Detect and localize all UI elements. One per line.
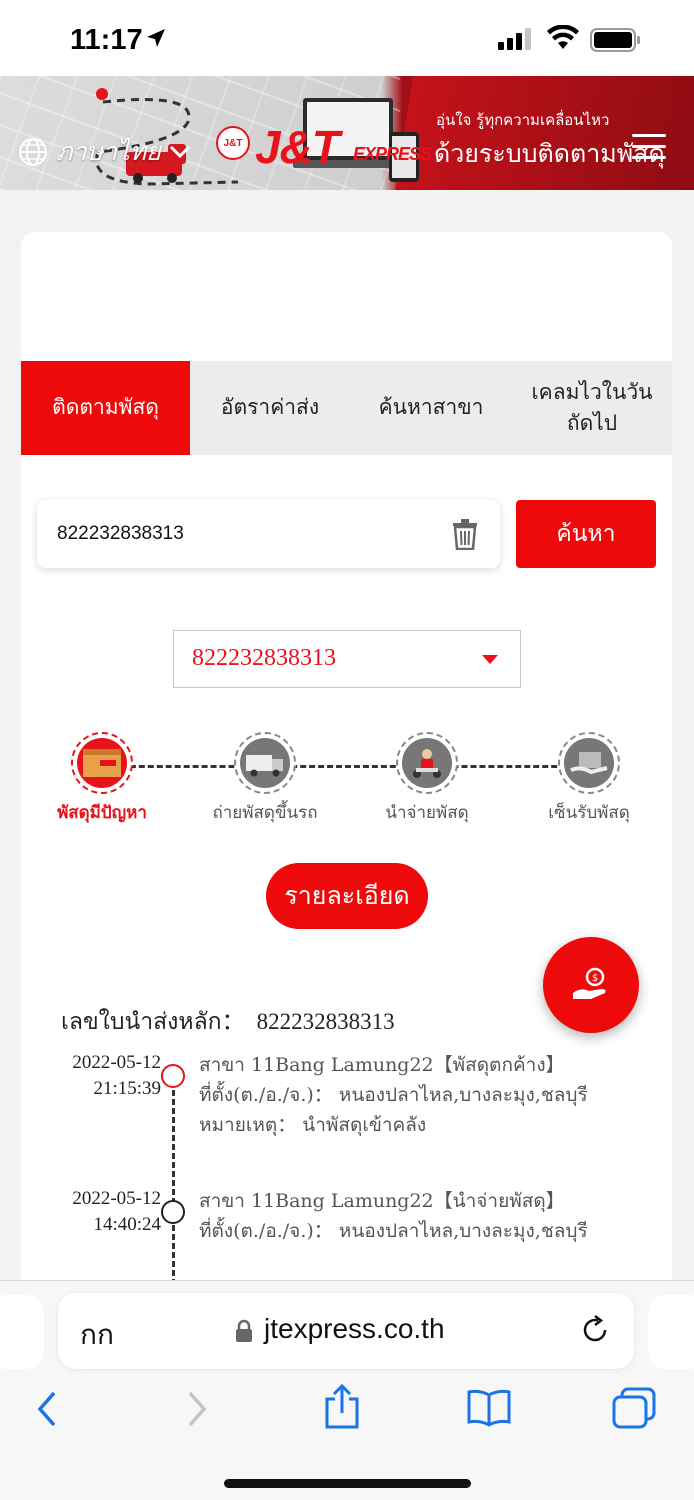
language-label: ภาษาไทย: [56, 137, 161, 166]
event-dot: [161, 1200, 185, 1224]
share-icon[interactable]: [322, 1383, 362, 1431]
tracking-card: ติดตามพัสดุ อัตราค่าส่ง ค้นหาสาขา เคลมไว…: [21, 232, 672, 1312]
tracking-number-dropdown[interactable]: 822232838313: [173, 630, 521, 688]
timeline-dashed-line: [172, 1072, 175, 1312]
logo-text: J&T: [255, 121, 340, 173]
step-label: ถ่ายพัสดุขึ้นรถ: [212, 803, 318, 823]
svg-text:$: $: [592, 973, 598, 984]
back-arrow-icon[interactable]: [32, 1387, 62, 1431]
bookmarks-icon[interactable]: [466, 1389, 512, 1427]
step-out-for-delivery: นำจ่ายพัสดุ: [357, 732, 497, 824]
cellular-signal-icon: [498, 28, 531, 50]
address-bar[interactable]: กก jtexpress.co.th: [58, 1293, 634, 1369]
reload-icon[interactable]: [578, 1313, 612, 1347]
header-banner: J&T ภาษาไทย J&T EXPRESS อุ่นใจ รู้ทุกควา…: [0, 76, 694, 190]
event-date: 2022-05-12: [72, 1188, 161, 1209]
problem-parcel-icon: [77, 738, 127, 788]
hand-coin-icon: $: [573, 967, 606, 999]
jt-express-logo[interactable]: J&T EXPRESS: [255, 120, 432, 174]
home-indicator: [224, 1479, 471, 1488]
step-loaded-on-truck: ถ่ายพัสดุขึ้นรถ: [195, 732, 335, 824]
tab-shipping-rates[interactable]: อัตราค่าส่ง: [190, 361, 350, 455]
browser-nav-row: [0, 1381, 694, 1441]
event-time: 21:15:39: [93, 1077, 161, 1099]
event-branch-status: สาขา 11Bang Lamung22【พัสดุตกค้าง】: [199, 1054, 565, 1076]
event-datetime: 2022-05-12 14:40:24: [41, 1186, 161, 1237]
dropdown-caret-icon: [482, 655, 498, 664]
battery-icon: [590, 28, 640, 52]
status-time: 11:17: [70, 24, 143, 56]
hamburger-menu-icon[interactable]: [632, 134, 666, 167]
handover-parcel-icon: [564, 738, 614, 788]
event-remark: หมายเหตุ： นำพัสดุเข้าคลัง: [199, 1114, 427, 1137]
tabs-icon[interactable]: [612, 1387, 656, 1429]
event-dot: [161, 1064, 185, 1088]
globe-icon: [19, 138, 47, 166]
lock-icon: [236, 1319, 252, 1342]
tracking-search-box: [37, 500, 500, 568]
tagline-main: ด้วยระบบติดตามพัสดุ: [434, 139, 665, 168]
logo-subtext: EXPRESS: [353, 144, 432, 164]
selected-tracking-number: 822232838313: [192, 645, 336, 671]
shipment-progress: พัสดุมีปัญหา ถ่ายพัสดุขึ้นรถ นำจ่ายพัสดุ…: [21, 732, 672, 862]
main-waybill-label: เลขใบนำส่งหลัก：: [61, 1009, 245, 1035]
details-button[interactable]: รายละเอียด: [266, 863, 428, 929]
forward-arrow-icon[interactable]: [182, 1387, 212, 1431]
main-waybill-number: 822232838313: [256, 1009, 395, 1034]
search-button[interactable]: ค้นหา: [516, 500, 656, 568]
delivery-scooter-icon: [402, 738, 452, 788]
floating-cod-button[interactable]: $: [543, 937, 639, 1033]
page-settings-button[interactable]: กก: [80, 1313, 114, 1357]
tab-find-branch[interactable]: ค้นหาสาขา: [350, 361, 512, 455]
event-location: ที่ตั้ง(ต./อ./จ.)： หนองปลาไหล,บางละมุง,ช…: [199, 1220, 588, 1243]
language-selector[interactable]: ภาษาไทย: [18, 132, 191, 172]
tagline-top: อุ่นใจ รู้ทุกความเคลื่อนไหว: [436, 111, 610, 129]
main-waybill: เลขใบนำส่งหลัก： 822232838313: [61, 1002, 395, 1040]
chevron-down-icon: [169, 145, 190, 159]
step-label: พัสดุมีปัญหา: [57, 803, 147, 823]
step-problem-parcel: พัสดุมีปัญหา: [32, 732, 172, 824]
tab-next-day-claim[interactable]: เคลมไวในวันถัดไป: [512, 361, 672, 455]
trash-icon[interactable]: [452, 518, 478, 550]
service-tabs: ติดตามพัสดุ อัตราค่าส่ง ค้นหาสาขา เคลมไว…: [21, 361, 672, 455]
location-arrow-icon: [147, 29, 165, 47]
event-datetime: 2022-05-12 21:15:39: [41, 1050, 161, 1101]
url-text: jtexpress.co.th: [264, 1313, 445, 1344]
event-details: สาขา 11Bang Lamung22【นำจ่ายพัสดุ】 ที่ตั้…: [199, 1186, 659, 1246]
tracking-number-input[interactable]: [57, 500, 437, 568]
previous-tab-preview[interactable]: [0, 1295, 44, 1369]
map-pin-icon: J&T: [216, 126, 250, 160]
status-bar: 11:17: [0, 0, 694, 76]
event-location: ที่ตั้ง(ต./อ./จ.)： หนองปลาไหล,บางละมุง,ช…: [199, 1084, 588, 1107]
safari-toolbar: กก jtexpress.co.th: [0, 1280, 694, 1500]
event-branch-status: สาขา 11Bang Lamung22【นำจ่ายพัสดุ】: [199, 1190, 565, 1212]
tab-track-parcel[interactable]: ติดตามพัสดุ: [21, 361, 190, 455]
step-signed-for: เซ็นรับพัสดุ: [519, 732, 659, 824]
event-date: 2022-05-12: [72, 1052, 161, 1073]
event-details: สาขา 11Bang Lamung22【พัสดุตกค้าง】 ที่ตั้…: [199, 1050, 659, 1140]
step-label: นำจ่ายพัสดุ: [385, 803, 469, 823]
event-time: 14:40:24: [93, 1213, 161, 1235]
step-label: เซ็นรับพัสดุ: [548, 803, 630, 823]
next-tab-preview[interactable]: [648, 1295, 694, 1369]
truck-icon: [240, 738, 290, 788]
wifi-icon: [547, 25, 579, 49]
